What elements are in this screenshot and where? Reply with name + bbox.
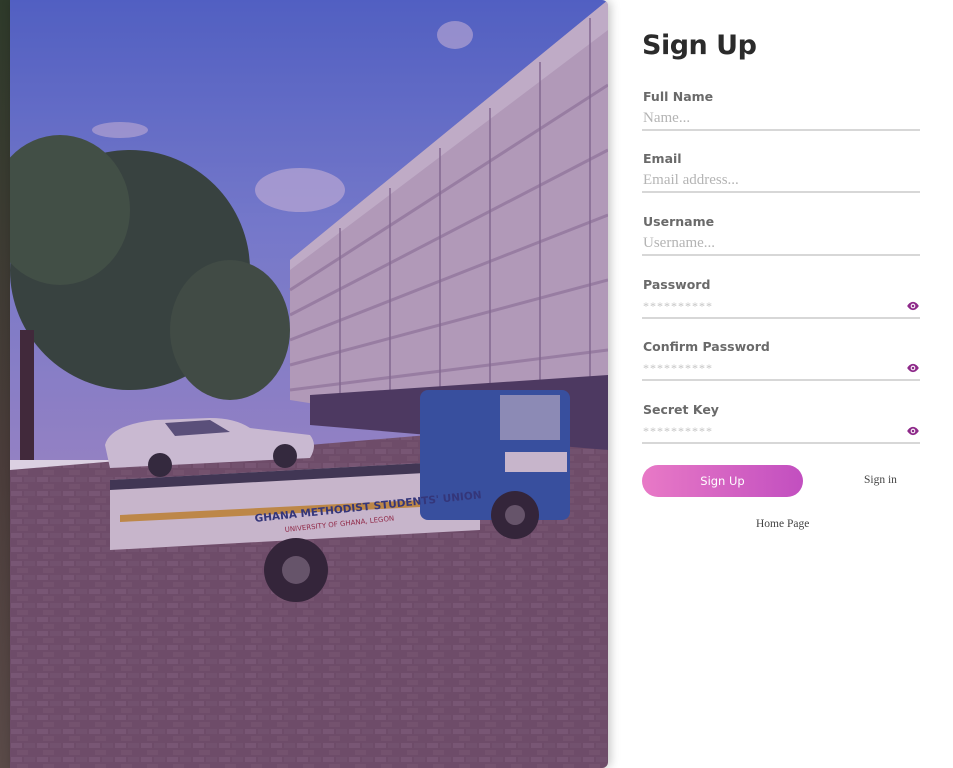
password-input[interactable] <box>642 293 894 319</box>
hero-photo: GHANA METHODIST STUDENTS' UNION UNIVERSI… <box>10 0 608 768</box>
eye-icon[interactable] <box>906 299 920 313</box>
eye-icon[interactable] <box>906 424 920 438</box>
page-title: Sign Up <box>642 30 757 61</box>
signin-link[interactable]: Sign in <box>864 474 897 486</box>
field-underline <box>642 129 920 131</box>
confirm-password-input[interactable] <box>642 355 894 381</box>
secret-key-input[interactable] <box>642 418 894 444</box>
left-edge-strip <box>0 0 10 768</box>
confirm-password-label: Confirm Password <box>643 339 770 354</box>
home-page-link[interactable]: Home Page <box>756 518 809 530</box>
username-field: Username <box>642 214 920 264</box>
field-underline <box>642 254 920 256</box>
username-label: Username <box>643 214 715 229</box>
signup-button[interactable]: Sign Up <box>642 465 803 497</box>
confirm-password-field: Confirm Password <box>642 339 920 389</box>
full-name-field: Full Name <box>642 89 920 139</box>
field-underline <box>642 442 920 444</box>
secret-key-label: Secret Key <box>643 402 719 417</box>
email-label: Email <box>643 151 682 166</box>
field-underline <box>642 379 920 381</box>
password-field: Password <box>642 277 920 327</box>
secret-key-field: Secret Key <box>642 402 920 452</box>
full-name-label: Full Name <box>643 89 714 104</box>
eye-icon[interactable] <box>906 361 920 375</box>
field-underline <box>642 317 920 319</box>
email-input[interactable] <box>642 167 894 193</box>
username-input[interactable] <box>642 230 894 256</box>
password-label: Password <box>643 277 711 292</box>
full-name-input[interactable] <box>642 105 894 131</box>
email-field: Email <box>642 151 920 201</box>
field-underline <box>642 191 920 193</box>
